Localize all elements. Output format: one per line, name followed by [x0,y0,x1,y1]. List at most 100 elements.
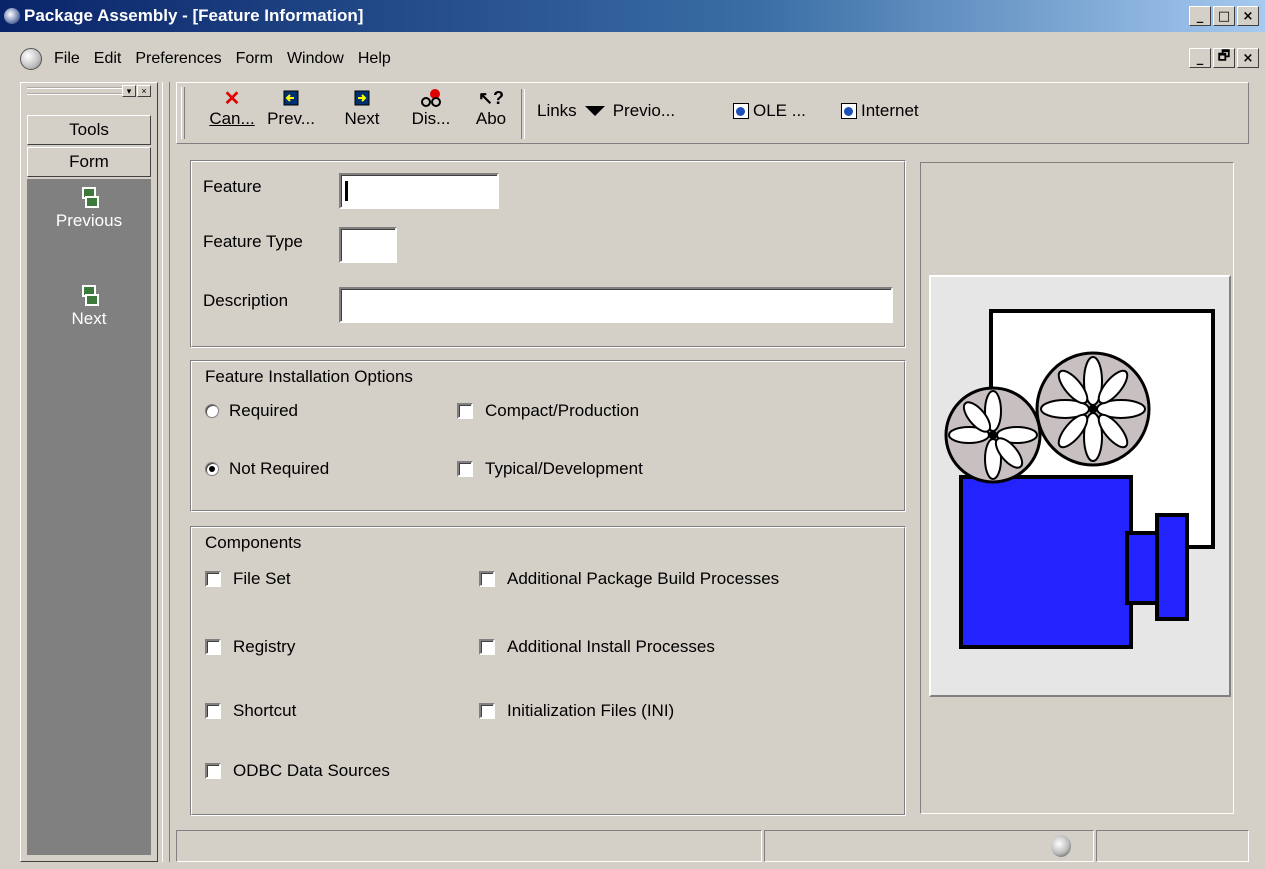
window-title: Package Assembly - [Feature Information] [24,6,364,25]
menu-window[interactable]: Window [287,50,344,68]
checkbox [205,571,221,587]
status-pane-main [176,830,762,862]
toolbar: ✕ Can... Prev... Next Dis... ↖? Abo Link… [176,82,1249,144]
menu-form[interactable]: Form [236,50,273,68]
menu-preferences[interactable]: Preferences [135,50,221,68]
display-glasses-icon [405,87,457,109]
not-required-label: Not Required [229,459,330,478]
typical-development-label: Typical/Development [485,459,643,478]
mdi-close-button[interactable]: × [1237,48,1259,68]
title-bar: Package Assembly - [Feature Information]… [0,0,1265,32]
panel-splitter[interactable] [162,82,170,862]
initialization-files-checkbox[interactable]: Initialization Files (INI) [479,701,674,721]
required-label: Required [229,401,298,420]
compact-production-checkbox[interactable]: Compact/Production [457,401,639,421]
internet-document-icon [841,103,857,119]
previous-icon [82,187,99,208]
checkbox [479,571,495,587]
nav-previous[interactable]: Previous [27,187,151,231]
status-globe-icon [1051,835,1071,857]
odbc-data-sources-label: ODBC Data Sources [233,761,390,780]
maximize-button[interactable]: □ [1213,6,1235,26]
internet-link[interactable]: Internet [841,101,919,121]
panel-dropdown-icon[interactable]: ▾ [122,85,136,97]
about-button[interactable]: ↖? Abo [471,87,511,141]
file-set-checkbox[interactable]: File Set [205,569,291,589]
ole-link[interactable]: OLE ... [733,101,806,121]
checkbox [479,639,495,655]
feature-label: Feature [203,177,262,196]
dropdown-triangle-icon [584,106,605,116]
next-record-label: Next [344,109,380,128]
system-menu-globe-icon[interactable] [20,48,42,70]
checkbox [205,703,221,719]
menu-edit[interactable]: Edit [94,50,122,68]
minimize-button[interactable]: _ [1189,6,1211,26]
status-pane-right [1096,830,1249,862]
status-pane-middle [764,830,1094,862]
display-button[interactable]: Dis... [405,87,457,141]
nav-previous-label: Previous [55,211,123,230]
cancel-x-icon: ✕ [223,87,241,110]
checkbox [457,403,473,419]
form-nav-area: Previous Next [27,179,151,855]
cancel-label: Can... [209,109,255,128]
status-bar [176,830,1249,862]
compact-production-label: Compact/Production [485,401,640,420]
links-menu[interactable]: Links Previo... [537,101,675,121]
checkbox [205,639,221,655]
odbc-data-sources-checkbox[interactable]: ODBC Data Sources [205,761,390,781]
cancel-button[interactable]: ✕ Can... [203,87,261,141]
tools-section-button[interactable]: Tools [27,115,151,145]
toolbar-separator [521,89,525,139]
next-record-button[interactable]: Next [339,87,385,141]
previous-record-button[interactable]: Prev... [265,87,317,141]
feature-input[interactable] [339,173,499,209]
film-projector-icon [944,309,1215,649]
checkbox [479,703,495,719]
mdi-restore-button[interactable]: 🗗 [1213,48,1235,68]
text-caret [345,181,348,201]
checkbox [457,461,473,477]
radio-button [205,404,219,418]
next-icon [82,285,99,306]
additional-install-processes-label: Additional Install Processes [507,637,715,656]
image-panel [920,162,1234,814]
checkbox [205,763,221,779]
previous-record-icon [265,87,317,109]
projector-image [929,275,1231,697]
previous-record-label: Prev... [267,109,315,128]
menu-file[interactable]: File [54,50,80,68]
close-button[interactable]: × [1237,6,1259,26]
description-label: Description [203,291,289,310]
nav-next[interactable]: Next [27,285,151,329]
panel-close-icon[interactable]: × [137,85,151,97]
form-section-button[interactable]: Form [27,147,151,177]
shortcut-label: Shortcut [233,701,297,720]
additional-package-build-checkbox[interactable]: Additional Package Build Processes [479,569,779,589]
ole-document-icon [733,103,749,119]
menu-help[interactable]: Help [358,50,391,68]
typical-development-checkbox[interactable]: Typical/Development [457,459,643,479]
description-input[interactable] [339,287,893,323]
components-title: Components [201,533,306,553]
file-set-label: File Set [233,569,291,588]
registry-checkbox[interactable]: Registry [205,637,295,657]
not-required-radio[interactable]: Not Required [205,459,329,479]
window-controls: _ □ × [1189,6,1259,26]
feature-type-label: Feature Type [203,232,303,251]
mdi-minimize-button[interactable]: _ [1189,48,1211,68]
panel-grip[interactable] [27,87,127,95]
additional-package-build-label: Additional Package Build Processes [507,569,780,588]
shortcut-checkbox[interactable]: Shortcut [205,701,296,721]
about-help-icon: ↖? [477,87,505,108]
toolbar-grip[interactable] [181,87,185,139]
install-options-panel: Feature Installation Options Required No… [190,360,906,512]
previous-link-label: Previo... [612,101,676,120]
ole-link-label: OLE ... [753,101,806,120]
additional-install-processes-checkbox[interactable]: Additional Install Processes [479,637,715,657]
feature-header-panel: Feature Feature Type Description [190,160,906,348]
about-label: Abo [475,109,507,128]
feature-type-input[interactable] [339,227,397,263]
required-radio[interactable]: Required [205,401,298,421]
